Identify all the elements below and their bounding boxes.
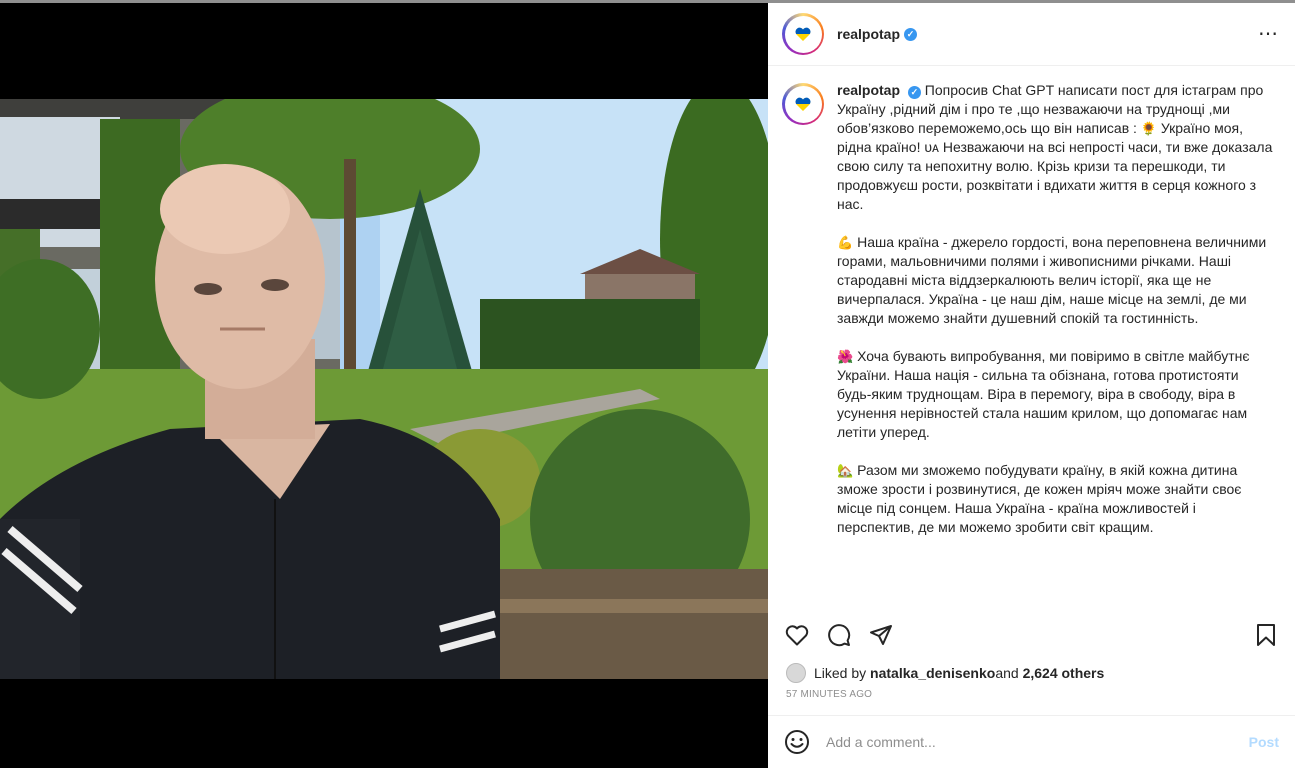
ua-emoji-icon: ᴜᴀ <box>924 139 939 155</box>
caption-paragraph-3: 🌺 Хоча бувають випробування, ми повіримо… <box>837 348 1250 440</box>
post-timestamp[interactable]: 57 MINUTES AGO <box>786 689 872 700</box>
heart-icon[interactable] <box>784 622 810 648</box>
post-comment-button[interactable]: Post <box>1249 734 1279 750</box>
ukraine-heart-icon <box>795 27 811 42</box>
more-options-icon[interactable]: ⋯ <box>1258 24 1279 44</box>
house-emoji-icon: 🏡 <box>837 463 854 478</box>
bookmark-icon[interactable] <box>1253 622 1279 648</box>
flexed-biceps-emoji-icon: 💪 <box>837 235 854 250</box>
liker-avatar[interactable] <box>786 663 806 683</box>
post-actions-bar <box>768 615 1295 655</box>
liker-username[interactable]: natalka_denisenko <box>870 665 995 681</box>
caption-paragraph-2: 💪 Наша країна - джерело гордості, вона п… <box>837 234 1267 326</box>
post-media[interactable] <box>0 3 768 768</box>
header-username[interactable]: realpotap <box>837 26 900 42</box>
likes-summary: Liked by natalka_denisenko and 2,624 oth… <box>786 663 1104 683</box>
ukraine-heart-icon <box>795 97 811 112</box>
post-photo[interactable] <box>0 99 768 679</box>
caption-paragraph-4: 🏡 Разом ми зможемо побудувати країну, в … <box>837 462 1242 535</box>
verified-badge-icon: ✓ <box>904 27 918 41</box>
caption-username[interactable]: realpotap <box>837 82 900 98</box>
avatar[interactable] <box>782 13 824 55</box>
caption-paragraph-1: realpotap ✓ Попросив Chat GPT написати п… <box>837 82 1273 212</box>
post-header: realpotap ✓ ⋯ <box>768 3 1295 66</box>
emoji-icon[interactable] <box>784 729 810 755</box>
caption-text: realpotap ✓ Попросив Chat GPT написати п… <box>837 81 1275 537</box>
verified-badge-icon: ✓ <box>907 86 921 99</box>
hibiscus-emoji-icon: 🌺 <box>837 349 854 364</box>
caption-row: realpotap ✓ Попросив Chat GPT написати п… <box>782 81 1275 537</box>
comment-bar: Post <box>768 715 1295 768</box>
post-details-panel: realpotap ✓ ⋯ realpotap ✓ Попросив Chat … <box>768 3 1295 768</box>
comment-icon[interactable] <box>826 622 852 648</box>
caption-avatar[interactable] <box>782 83 824 125</box>
photo-scene <box>0 99 768 679</box>
caption-scroll-area[interactable]: realpotap ✓ Попросив Chat GPT написати п… <box>768 67 1295 615</box>
sunflower-emoji-icon: 🌻 <box>1140 121 1157 136</box>
likes-others-link[interactable]: 2,624 others <box>1023 665 1105 681</box>
share-icon[interactable] <box>868 622 894 648</box>
comment-input[interactable] <box>826 734 1249 750</box>
